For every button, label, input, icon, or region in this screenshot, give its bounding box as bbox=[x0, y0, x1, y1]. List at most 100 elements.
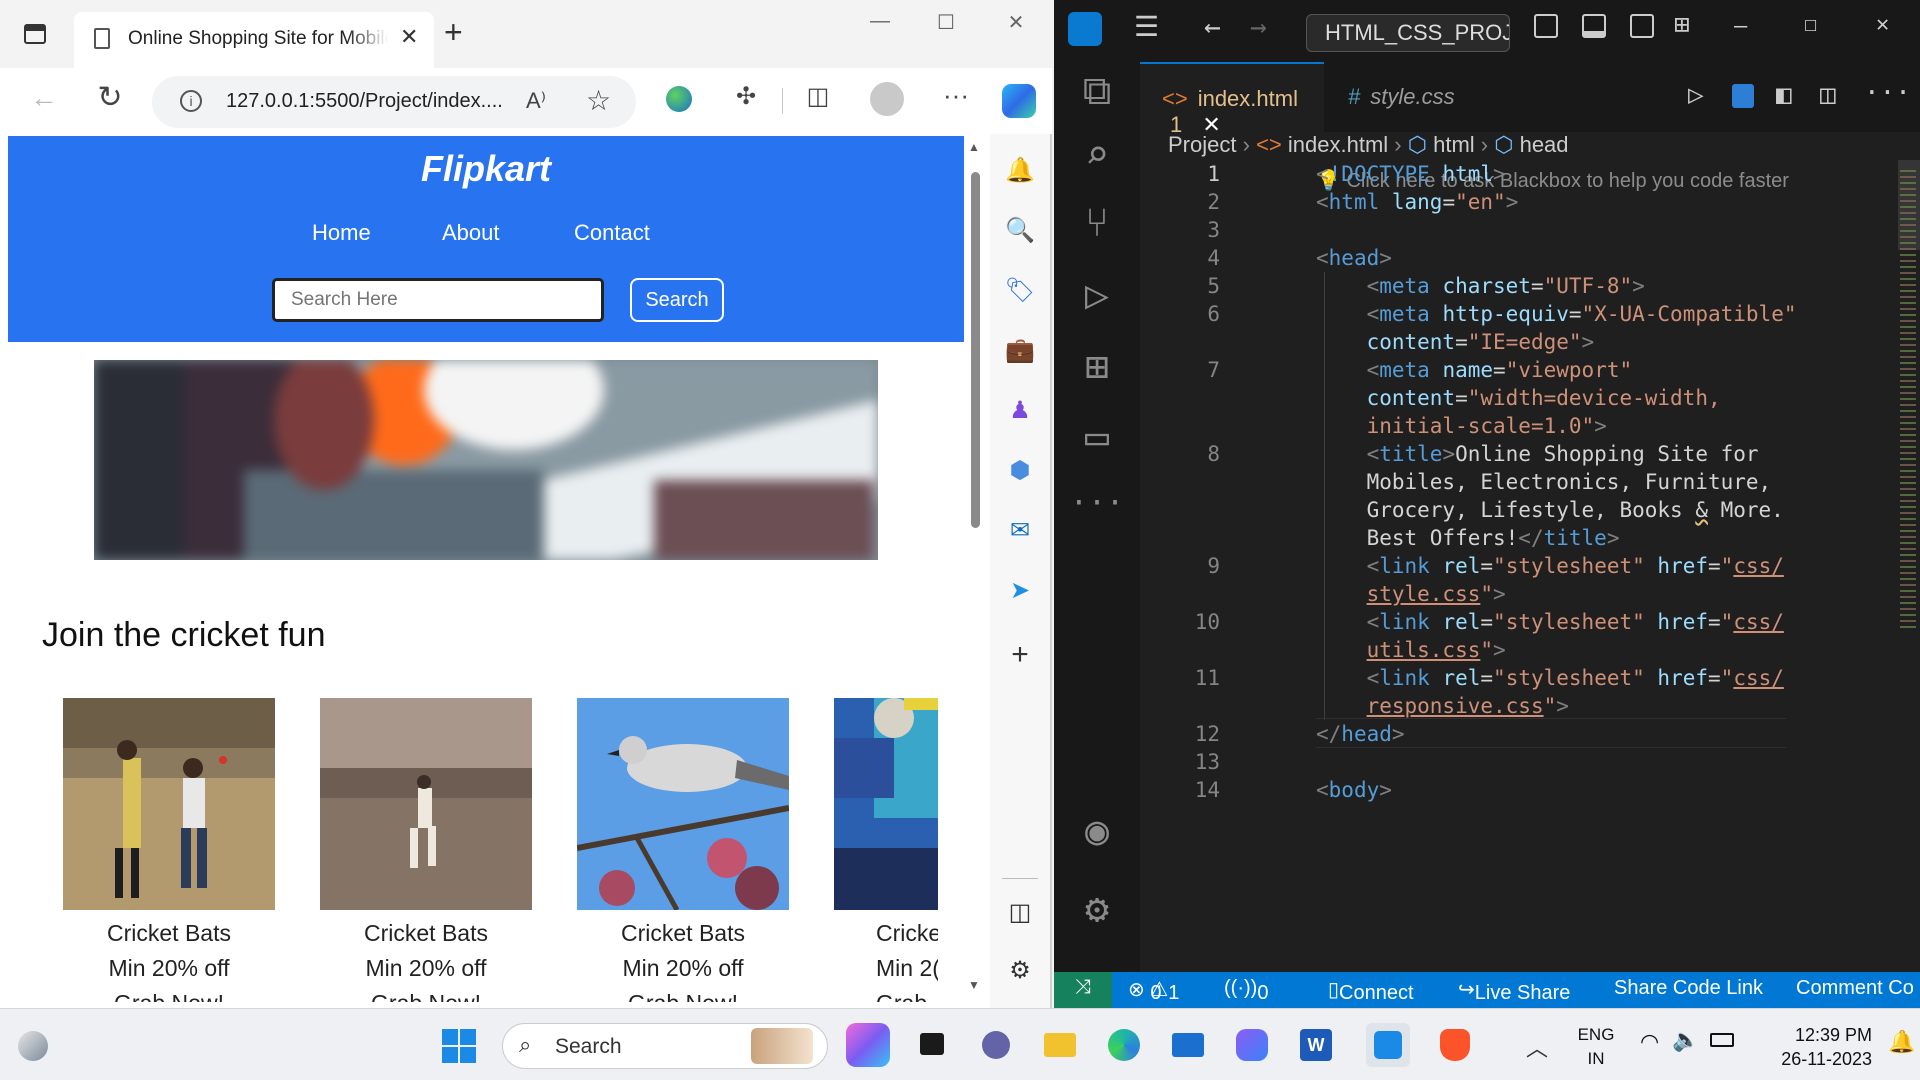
extensions-icon[interactable]: ✣ bbox=[726, 82, 766, 111]
product-image[interactable] bbox=[320, 698, 532, 910]
product-image[interactable] bbox=[577, 698, 789, 910]
product-cta[interactable]: Grab Now! bbox=[577, 986, 789, 1002]
microsoft-365-icon[interactable]: ⬢ bbox=[990, 456, 1050, 485]
nav-about-link[interactable]: About bbox=[442, 220, 500, 246]
open-preview-icon[interactable]: ◧ bbox=[1776, 80, 1792, 110]
remote-explorer-icon[interactable]: ▭ bbox=[1054, 414, 1140, 460]
connect-button[interactable]: ▯ Connect bbox=[1328, 977, 1414, 1004]
minimize-button[interactable]: — bbox=[852, 10, 908, 33]
edge-browser-icon[interactable] bbox=[1102, 1023, 1146, 1067]
extension-globe-icon[interactable] bbox=[666, 86, 692, 112]
copilot-icon[interactable] bbox=[1002, 84, 1036, 118]
tab-index-html[interactable]: <> index.html 1 ✕ bbox=[1140, 62, 1324, 137]
split-editor-icon[interactable]: ◫ bbox=[1820, 80, 1836, 110]
code-editor[interactable]: 💡 Click here to ask Blackbox to help you… bbox=[1140, 160, 1898, 972]
taskbar-search-box[interactable]: ⌕ Search bbox=[502, 1023, 828, 1069]
toggle-secondary-sidebar-icon[interactable] bbox=[1630, 14, 1654, 38]
search-icon[interactable]: ⌕ bbox=[1054, 132, 1140, 178]
tools-briefcase-icon[interactable]: 💼 bbox=[990, 336, 1050, 365]
editor-more-icon[interactable]: ··· bbox=[1864, 78, 1911, 108]
product-cta[interactable]: Grab Now! bbox=[63, 986, 275, 1002]
url-text[interactable]: 127.0.0.1:5500/Project/index.... bbox=[226, 90, 503, 113]
wifi-icon[interactable]: ◠ bbox=[1640, 1029, 1659, 1055]
back-icon[interactable]: ← bbox=[24, 82, 64, 114]
language-indicator[interactable]: ENG IN bbox=[1576, 1023, 1616, 1071]
product-cta[interactable]: Grab Now! bbox=[320, 986, 532, 1002]
tab-actions-icon[interactable] bbox=[24, 24, 46, 44]
site-search-input[interactable] bbox=[272, 278, 604, 322]
notifications-bell-icon[interactable]: 🔔 bbox=[990, 156, 1050, 185]
product-image[interactable] bbox=[834, 698, 938, 910]
favorite-star-icon[interactable]: ☆ bbox=[586, 84, 611, 117]
mail-icon[interactable] bbox=[1166, 1023, 1210, 1067]
product-card[interactable]: Cricket Bats Min 20% off Grab Now! bbox=[320, 698, 532, 1002]
word-icon[interactable]: W bbox=[1294, 1023, 1338, 1067]
refresh-icon[interactable]: ↻ bbox=[90, 80, 130, 115]
nav-contact-link[interactable]: Contact bbox=[574, 220, 650, 246]
run-icon[interactable]: ▷ bbox=[1688, 80, 1704, 110]
scroll-up-arrow[interactable]: ▲ bbox=[968, 140, 980, 154]
site-search-button[interactable]: Search bbox=[630, 278, 724, 322]
vs-close-button[interactable]: ✕ bbox=[1876, 12, 1889, 37]
split-screen-icon[interactable]: ◫ bbox=[798, 82, 838, 111]
copilot-pre-icon[interactable] bbox=[846, 1023, 890, 1067]
preview-icon[interactable] bbox=[1732, 84, 1754, 108]
send-icon[interactable]: ➤ bbox=[990, 576, 1050, 605]
menu-hamburger-icon[interactable]: ☰ bbox=[1134, 10, 1159, 43]
breadcrumb-item[interactable]: head bbox=[1520, 132, 1569, 157]
product-card[interactable]: Cricket Bats Min 20% off Grab Now! bbox=[63, 698, 275, 1002]
run-debug-icon[interactable]: ▷ bbox=[1054, 272, 1140, 318]
file-explorer-icon[interactable] bbox=[1038, 1023, 1082, 1067]
outlook-icon[interactable]: ✉ bbox=[990, 516, 1050, 545]
show-hidden-icons-icon[interactable]: ︿ bbox=[1526, 1031, 1548, 1063]
browser-tab[interactable]: Online Shopping Site for Mobiles ✕ bbox=[74, 12, 434, 68]
profile-avatar[interactable] bbox=[870, 82, 904, 116]
toggle-panel-icon[interactable] bbox=[1582, 14, 1606, 38]
address-bar[interactable]: i 127.0.0.1:5500/Project/index.... A⁾ ☆ bbox=[152, 76, 636, 128]
shopping-tag-icon[interactable]: 🏷 bbox=[990, 276, 1050, 305]
task-view-icon[interactable] bbox=[910, 1023, 954, 1067]
source-control-icon[interactable]: ⑂ bbox=[1054, 200, 1140, 246]
add-sidebar-app-icon[interactable]: + bbox=[990, 638, 1050, 672]
brave-browser-icon[interactable] bbox=[1434, 1023, 1478, 1067]
read-aloud-icon[interactable]: A⁾ bbox=[526, 88, 546, 114]
customize-layout-icon[interactable]: ⊞ bbox=[1674, 10, 1690, 40]
search-icon[interactable]: 🔍 bbox=[990, 216, 1050, 245]
product-cta[interactable]: Grab bbox=[876, 986, 938, 1002]
product-card[interactable]: Cricket Bats Min 20% off Grab Now! bbox=[577, 698, 789, 1002]
nav-forward-icon[interactable]: → bbox=[1250, 10, 1267, 43]
breadcrumb-item[interactable]: Project bbox=[1168, 132, 1236, 157]
vscode-taskbar-icon[interactable] bbox=[1366, 1023, 1410, 1067]
hide-sidebar-icon[interactable]: ◫ bbox=[990, 898, 1050, 927]
page-scrollbar[interactable]: ▲ ▼ bbox=[966, 136, 984, 1002]
sidebar-settings-icon[interactable]: ⚙ bbox=[990, 956, 1050, 985]
battery-icon[interactable] bbox=[1710, 1033, 1734, 1047]
breadcrumb-item[interactable]: html bbox=[1433, 132, 1475, 157]
more-views-icon[interactable]: ··· bbox=[1054, 486, 1140, 521]
nav-home-link[interactable]: Home bbox=[312, 220, 371, 246]
vs-minimize-button[interactable]: — bbox=[1734, 14, 1747, 39]
extensions-icon[interactable]: ⊞ bbox=[1054, 344, 1140, 390]
explorer-icon[interactable]: ⧉ bbox=[1054, 68, 1140, 114]
vs-maximize-button[interactable]: ☐ bbox=[1804, 12, 1817, 37]
maximize-button[interactable]: ☐ bbox=[918, 10, 974, 35]
scroll-down-arrow[interactable]: ▼ bbox=[968, 978, 980, 992]
toggle-primary-sidebar-icon[interactable] bbox=[1534, 14, 1558, 38]
volume-icon[interactable]: 🔈 bbox=[1672, 1027, 1699, 1053]
nav-back-icon[interactable]: ← bbox=[1204, 10, 1221, 43]
minimap[interactable] bbox=[1898, 160, 1920, 972]
accounts-icon[interactable]: ◉ bbox=[1054, 808, 1140, 854]
breadcrumb-item[interactable]: index.html bbox=[1288, 132, 1388, 157]
close-window-button[interactable]: ✕ bbox=[988, 10, 1044, 35]
site-logo[interactable]: Flipkart bbox=[8, 148, 964, 190]
widgets-weather-icon[interactable] bbox=[18, 1031, 48, 1061]
live-share-button[interactable]: ↪ Live Share bbox=[1458, 977, 1570, 1004]
manage-gear-icon[interactable]: ⚙ bbox=[1054, 886, 1140, 932]
scroll-thumb[interactable] bbox=[971, 172, 980, 528]
copilot-app-icon[interactable] bbox=[1230, 1023, 1274, 1067]
start-button[interactable] bbox=[442, 1029, 476, 1063]
problems-indicator[interactable]: ⊗ 0 ⚠ 1 bbox=[1128, 977, 1179, 1004]
share-code-link-button[interactable]: Share Code Link bbox=[1614, 977, 1763, 1000]
new-tab-button[interactable]: + bbox=[444, 14, 463, 51]
command-center[interactable]: HTML_CSS_PROJEC bbox=[1306, 14, 1510, 52]
